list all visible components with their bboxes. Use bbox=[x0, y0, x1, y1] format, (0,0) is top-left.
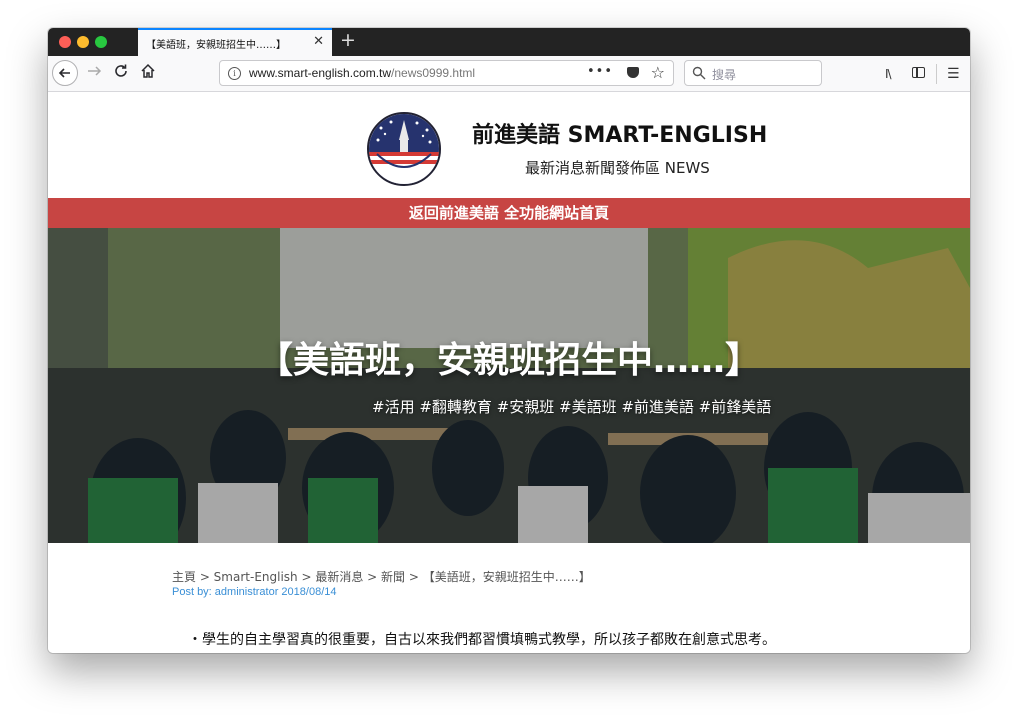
reload-icon bbox=[115, 64, 127, 77]
address-bar[interactable]: i www.smart-english.com.tw/news0999.html… bbox=[219, 60, 674, 86]
library-icon[interactable]: Ⅰ\ bbox=[885, 67, 892, 81]
tab-active[interactable]: 【美語班，安親班招生中……】 ✕ bbox=[138, 28, 332, 56]
arrow-right-icon bbox=[88, 66, 102, 76]
breadcrumb[interactable]: 主頁 > Smart-English > 最新消息 > 新聞 > 【美語班，安親… bbox=[172, 568, 591, 585]
article-paragraph: ・學生的自主學習真的很重要，自古以來我們都習慣填鴨式教學，所以孩子都敗在創意式思… bbox=[188, 632, 776, 648]
zoom-window-button[interactable] bbox=[95, 36, 107, 48]
classroom-photo bbox=[48, 228, 970, 543]
browser-window: 【美語班，安親班招生中……】 ✕ + i www.smart-english.c… bbox=[48, 28, 970, 653]
home-icon bbox=[141, 63, 155, 78]
sidebar-toggle-icon[interactable] bbox=[912, 67, 925, 78]
bookmark-star-icon[interactable]: ☆ bbox=[651, 63, 665, 82]
home-button[interactable] bbox=[138, 62, 158, 86]
arrow-left-icon bbox=[58, 68, 70, 78]
url-text[interactable]: www.smart-english.com.tw/news0999.html bbox=[249, 66, 475, 80]
toolbar-divider bbox=[936, 64, 937, 84]
search-placeholder: 搜尋 bbox=[712, 68, 737, 82]
info-icon[interactable]: i bbox=[228, 67, 241, 80]
tab-close-icon[interactable]: ✕ bbox=[313, 34, 324, 49]
reload-button[interactable] bbox=[111, 62, 131, 86]
site-title: 前進美語 SMART-ENGLISH bbox=[472, 123, 768, 148]
forward-button[interactable] bbox=[84, 62, 104, 86]
site-subtitle: 最新消息新聞發佈區 NEWS bbox=[525, 159, 710, 177]
close-window-button[interactable] bbox=[59, 36, 71, 48]
tab-bar: 【美語班，安親班招生中……】 ✕ + bbox=[48, 28, 970, 56]
url-host: www.smart-english.com.tw bbox=[249, 66, 392, 80]
hero-tags: #活用 #翻轉教育 #安親班 #美語班 #前進美語 #前鋒美語 bbox=[372, 398, 772, 416]
new-tab-button[interactable]: + bbox=[340, 29, 356, 51]
minimize-window-button[interactable] bbox=[77, 36, 89, 48]
home-link-bar[interactable]: 返回前進美語 全功能網站首頁 bbox=[48, 198, 970, 228]
navigation-toolbar: i www.smart-english.com.tw/news0999.html… bbox=[48, 56, 970, 92]
page-content: 前進美語 SMART-ENGLISH 最新消息新聞發佈區 NEWS 返回前進美語… bbox=[48, 92, 970, 653]
hamburger-menu-icon[interactable]: ☰ bbox=[947, 66, 960, 82]
site-logo[interactable] bbox=[367, 112, 441, 186]
tab-title: 【美語班，安親班招生中……】 bbox=[146, 40, 286, 51]
page-actions-icon[interactable]: ••• bbox=[587, 64, 613, 79]
logo-emblem bbox=[369, 114, 439, 184]
home-link[interactable]: 返回前進美語 全功能網站首頁 bbox=[409, 204, 609, 222]
search-box[interactable]: 搜尋 bbox=[684, 60, 822, 86]
search-icon bbox=[692, 66, 706, 80]
hero-banner: 【美語班，安親班招生中……】 #活用 #翻轉教育 #安親班 #美語班 #前進美語… bbox=[48, 228, 970, 543]
hero-title: 【美語班，安親班招生中……】 bbox=[256, 340, 761, 381]
post-meta[interactable]: Post by: administrator 2018/08/14 bbox=[172, 586, 336, 598]
pocket-icon[interactable] bbox=[627, 67, 639, 78]
url-path: /news0999.html bbox=[391, 66, 476, 80]
back-button[interactable] bbox=[52, 60, 78, 86]
